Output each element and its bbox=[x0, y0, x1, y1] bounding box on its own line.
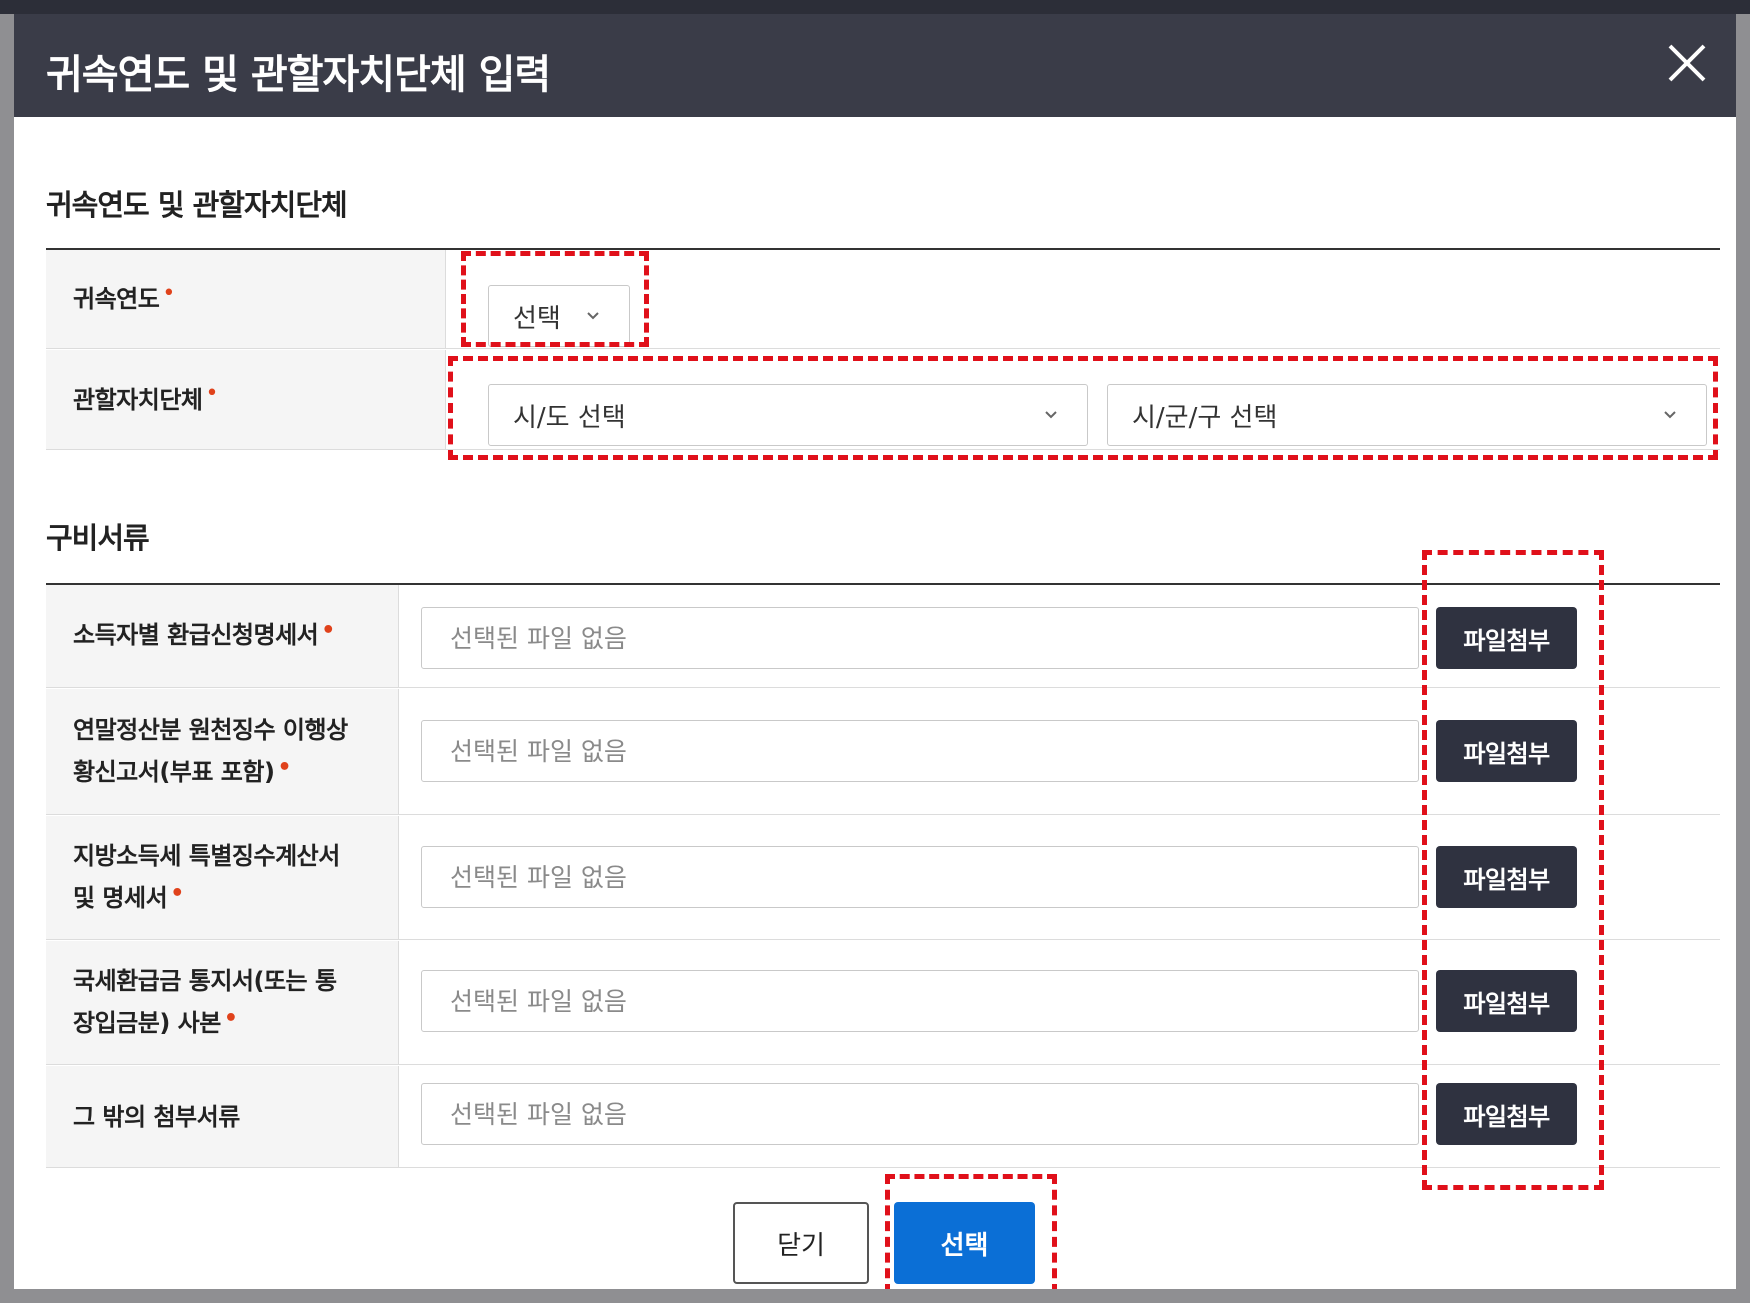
document-label-line: 국세환급금 통지서(또는 통 bbox=[73, 966, 337, 995]
sido-select-value: 시/도 선택 bbox=[513, 402, 626, 433]
document-label: 국세환급금 통지서(또는 통 장입금분) 사본 • bbox=[73, 960, 337, 1046]
year-select-value: 선택 bbox=[513, 303, 561, 334]
file-name-input[interactable] bbox=[421, 720, 1419, 782]
required-mark: • bbox=[321, 618, 335, 643]
row-head-region: 관할자치단체 • bbox=[46, 350, 446, 449]
year-select[interactable]: 선택 bbox=[488, 285, 630, 347]
sigungu-select[interactable]: 시/군/구 선택 bbox=[1107, 384, 1707, 446]
row-head-year: 귀속연도 • bbox=[46, 250, 446, 348]
attach-file-button[interactable]: 파일첨부 bbox=[1436, 607, 1577, 669]
chevron-down-icon bbox=[1045, 411, 1057, 419]
attach-file-button[interactable]: 파일첨부 bbox=[1436, 1083, 1577, 1145]
attach-file-button[interactable]: 파일첨부 bbox=[1436, 846, 1577, 908]
required-mark: • bbox=[162, 280, 176, 306]
close-button[interactable]: 닫기 bbox=[733, 1202, 869, 1284]
required-mark: • bbox=[223, 1005, 238, 1031]
table-row-year: 귀속연도 • 선택 bbox=[46, 250, 1720, 349]
section-title-documents: 구비서류 bbox=[46, 521, 150, 555]
required-mark: • bbox=[205, 381, 219, 406]
year-label: 귀속연도 bbox=[73, 285, 160, 313]
document-row-head: 소득자별 환급신청명세서 • bbox=[46, 585, 399, 687]
document-label-line: 지방소득세 특별징수계산서 bbox=[73, 841, 340, 870]
modal-title: 귀속연도 및 관할자치단체 입력 bbox=[46, 52, 551, 98]
select-button[interactable]: 선택 bbox=[894, 1202, 1035, 1284]
file-name-input[interactable] bbox=[421, 1083, 1419, 1145]
document-label-line: 장입금분) 사본 bbox=[73, 1008, 221, 1037]
document-row-head: 지방소득세 특별징수계산서 및 명세서 • bbox=[46, 816, 399, 939]
region-label: 관할자치단체 bbox=[73, 385, 203, 414]
attach-file-button[interactable]: 파일첨부 bbox=[1436, 970, 1577, 1032]
document-label-line: 소득자별 환급신청명세서 bbox=[73, 621, 319, 649]
document-label: 지방소득세 특별징수계산서 및 명세서 • bbox=[73, 835, 340, 921]
required-mark: • bbox=[277, 754, 291, 780]
document-label-line: 연말정산분 원천징수 이행상 bbox=[73, 715, 348, 744]
document-label-line: 그 밖의 첨부서류 bbox=[73, 1102, 240, 1131]
document-label: 그 밖의 첨부서류 bbox=[73, 1096, 240, 1138]
document-label: 소득자별 환급신청명세서 • bbox=[73, 614, 335, 658]
modal-dialog: 귀속연도 및 관할자치단체 입력 귀속연도 및 관할자치단체 귀속연도 • 선택 … bbox=[14, 14, 1736, 1289]
chevron-down-icon bbox=[1664, 411, 1676, 419]
file-name-input[interactable] bbox=[421, 607, 1419, 669]
file-name-input[interactable] bbox=[421, 970, 1419, 1032]
section-title-year-region: 귀속연도 및 관할자치단체 bbox=[46, 188, 348, 222]
document-label: 연말정산분 원천징수 이행상 황신고서(부표 포함) • bbox=[73, 709, 348, 795]
sido-select[interactable]: 시/도 선택 bbox=[488, 384, 1088, 446]
backdrop bbox=[0, 0, 1750, 14]
chevron-down-icon bbox=[587, 312, 599, 320]
file-name-input[interactable] bbox=[421, 846, 1419, 908]
document-row-head: 그 밖의 첨부서류 bbox=[46, 1066, 399, 1167]
close-icon[interactable] bbox=[1656, 32, 1718, 94]
required-mark: • bbox=[170, 880, 184, 906]
modal-header: 귀속연도 및 관할자치단체 입력 bbox=[14, 14, 1736, 117]
table-row-region: 관할자치단체 • 시/도 선택 시/군/구 선택 bbox=[46, 350, 1720, 450]
document-row-head: 연말정산분 원천징수 이행상 황신고서(부표 포함) • bbox=[46, 689, 399, 814]
sigungu-select-value: 시/군/구 선택 bbox=[1132, 402, 1278, 433]
document-row-head: 국세환급금 통지서(또는 통 장입금분) 사본 • bbox=[46, 941, 399, 1064]
document-label-line: 황신고서(부표 포함) bbox=[73, 757, 275, 786]
document-label-line: 및 명세서 bbox=[73, 883, 168, 912]
attach-file-button[interactable]: 파일첨부 bbox=[1436, 720, 1577, 782]
